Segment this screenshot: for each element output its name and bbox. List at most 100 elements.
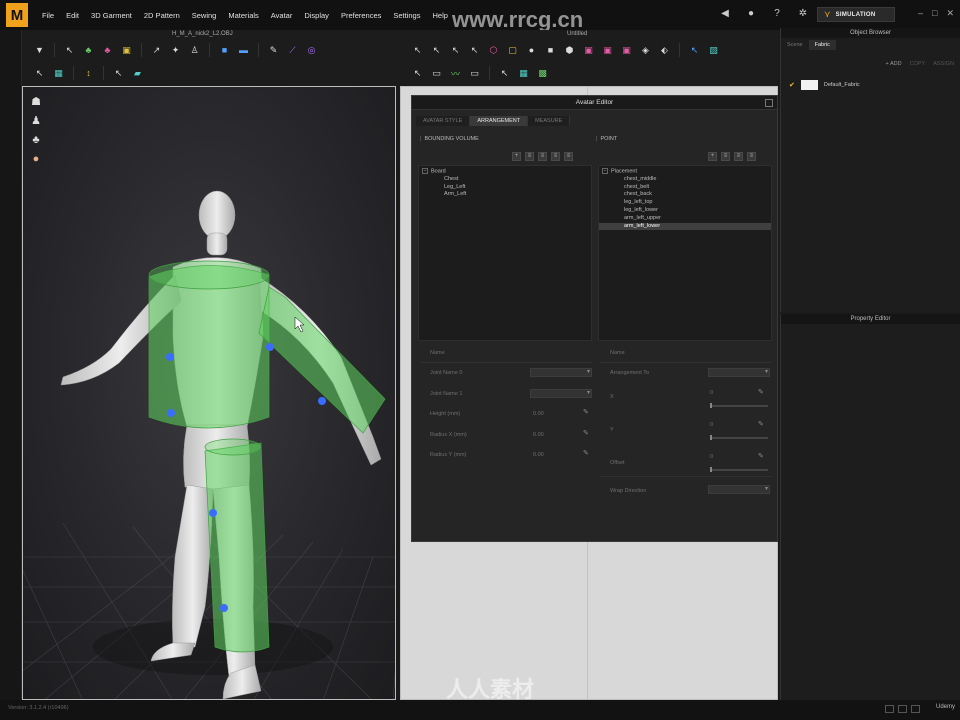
add-volume-icon[interactable]: + xyxy=(512,152,521,161)
dialog-close-icon[interactable] xyxy=(765,99,773,107)
layout-split-icon[interactable] xyxy=(898,705,907,713)
edit-x-icon[interactable]: ✎ xyxy=(758,388,764,396)
tree-item-board[interactable]: − Board xyxy=(419,168,591,176)
avatar-face-icon[interactable]: ● xyxy=(29,152,43,166)
minimize-icon[interactable]: – xyxy=(918,8,923,19)
tree-item-leg-left-lower[interactable]: leg_left_lower xyxy=(599,207,771,215)
transform-pattern-icon[interactable]: ↖ xyxy=(467,43,482,57)
menu-edit[interactable]: Edit xyxy=(60,11,85,20)
arrow-down-icon[interactable]: ▼ xyxy=(32,43,47,57)
tab-arrangement[interactable]: ARRANGEMENT xyxy=(470,116,529,126)
square-icon[interactable]: ■ xyxy=(543,43,558,57)
tab-measure[interactable]: MEASURE xyxy=(528,116,571,126)
measure-icon[interactable]: ↕ xyxy=(81,66,96,80)
assign-fabric-button[interactable]: ASSIGN xyxy=(933,61,954,67)
shirt-icon[interactable]: ■ xyxy=(217,43,232,57)
menu-2d-pattern[interactable]: 2D Pattern xyxy=(138,11,186,20)
y-slider[interactable] xyxy=(710,437,768,439)
select-edge-icon[interactable]: ↖ xyxy=(32,66,47,80)
move-up-point-icon[interactable]: ≡ xyxy=(734,152,743,161)
pointer-icon[interactable]: ↖ xyxy=(111,66,126,80)
hex-icon[interactable]: ⬢ xyxy=(562,43,577,57)
transform-icon[interactable]: ↗ xyxy=(149,43,164,57)
menu-sewing[interactable]: Sewing xyxy=(186,11,223,20)
radius-x-value[interactable]: 0.00 xyxy=(533,432,544,438)
y-slider-handle[interactable] xyxy=(710,435,712,440)
list-point-icon[interactable]: ≡ xyxy=(721,152,730,161)
tree-item-chest[interactable]: Chest xyxy=(419,176,591,184)
edit-radius-x-icon[interactable]: ✎ xyxy=(583,429,589,437)
tab-fabric[interactable]: Fabric xyxy=(808,40,836,50)
menu-file[interactable]: File xyxy=(36,11,60,20)
user-icon[interactable]: ● xyxy=(744,7,758,21)
rotate-icon[interactable]: ◎ xyxy=(304,43,319,57)
garment-icon[interactable]: ♣ xyxy=(81,43,96,57)
menu-display[interactable]: Display xyxy=(298,11,335,20)
tree-item-chest-belt[interactable]: chest_belt xyxy=(599,184,771,192)
select-point-icon[interactable]: ↖ xyxy=(429,43,444,57)
x-slider-handle[interactable] xyxy=(710,403,712,408)
tree-item-chest-back[interactable]: chest_back xyxy=(599,191,771,199)
offset-value[interactable]: 0 xyxy=(710,454,713,460)
internal-circle-icon[interactable]: ▣ xyxy=(619,43,634,57)
offset-slider[interactable] xyxy=(710,469,768,471)
box-icon[interactable]: ▣ xyxy=(119,43,134,57)
uv-icon[interactable]: ▩ xyxy=(535,66,550,80)
add-fabric-button[interactable]: + ADD xyxy=(886,61,902,67)
joint-name-0-dropdown[interactable] xyxy=(530,368,592,377)
show-avatar-icon[interactable]: ☗ xyxy=(29,95,43,109)
x-slider[interactable] xyxy=(710,405,768,407)
x-value[interactable]: 0 xyxy=(710,390,713,396)
tape-icon[interactable]: ✎ xyxy=(266,43,281,57)
tree-item-arm-left-upper[interactable]: arm_left_upper xyxy=(599,215,771,223)
arrow-blue-icon[interactable]: ↖ xyxy=(687,43,702,57)
tree-item-placement[interactable]: − Placement xyxy=(599,168,771,176)
radius-y-value[interactable]: 0.00 xyxy=(533,452,544,458)
layout-icon[interactable] xyxy=(885,705,894,713)
garment-display-icon[interactable]: ♣ xyxy=(29,133,43,147)
tab-scene[interactable]: Scene xyxy=(781,40,809,50)
tree-item-arm-left-lower[interactable]: arm_left_lower xyxy=(599,222,771,231)
edit-y-icon[interactable]: ✎ xyxy=(758,420,764,428)
move-down-volume-icon[interactable]: ≡ xyxy=(551,152,560,161)
select-icon[interactable]: ↖ xyxy=(62,43,77,57)
edit-height-icon[interactable]: ✎ xyxy=(583,408,589,416)
volume-icon[interactable]: ◀ xyxy=(718,7,732,21)
polygon-icon[interactable]: ⬡ xyxy=(486,43,501,57)
free-sewing-icon[interactable]: ▭ xyxy=(467,66,482,80)
joint-name-1-dropdown[interactable] xyxy=(530,389,592,398)
simulation-button[interactable]: ⋎ SIMULATION xyxy=(817,7,895,22)
pin-icon[interactable]: ✦ xyxy=(168,43,183,57)
collapse-icon[interactable]: − xyxy=(602,168,608,174)
tab-avatar-style[interactable]: AVATAR STYLE xyxy=(416,116,471,126)
seam-icon[interactable]: ▨ xyxy=(706,43,721,57)
menu-avatar[interactable]: Avatar xyxy=(265,11,299,20)
menu-3d-garment[interactable]: 3D Garment xyxy=(85,11,138,20)
rectangle-icon[interactable]: ▢ xyxy=(505,43,520,57)
height-value[interactable]: 0.00 xyxy=(533,411,544,417)
edit-sewing-icon[interactable]: ↖ xyxy=(497,66,512,80)
menu-help[interactable]: Help xyxy=(426,11,453,20)
delete-volume-icon[interactable]: ≡ xyxy=(564,152,573,161)
viewport-3d[interactable]: ☗ ♟ ♣ ● xyxy=(22,86,396,700)
help-icon[interactable]: ? xyxy=(770,7,784,21)
collapse-icon[interactable]: − xyxy=(422,168,428,174)
select-pattern-icon[interactable]: ↖ xyxy=(410,43,425,57)
tree-item-leg-left[interactable]: Leg_Left xyxy=(419,184,591,192)
line-icon[interactable]: ⟋ xyxy=(285,43,300,57)
maximize-icon[interactable]: □ xyxy=(932,8,937,19)
internal-rect-icon[interactable]: ▣ xyxy=(600,43,615,57)
edit-offset-icon[interactable]: ✎ xyxy=(758,452,764,460)
layout-3d-icon[interactable] xyxy=(911,705,920,713)
edit-point-icon[interactable]: ↖ xyxy=(448,43,463,57)
list-volume-icon[interactable]: ≡ xyxy=(525,152,534,161)
menu-settings[interactable]: Settings xyxy=(387,11,426,20)
offset-slider-handle[interactable] xyxy=(710,467,712,472)
internal-polygon-icon[interactable]: ▣ xyxy=(581,43,596,57)
wrap-direction-dropdown[interactable] xyxy=(708,485,770,494)
garment-pink-icon[interactable]: ♣ xyxy=(100,43,115,57)
menu-materials[interactable]: Materials xyxy=(222,11,264,20)
close-icon[interactable]: ✕ xyxy=(946,8,954,19)
copy-fabric-button[interactable]: COPY xyxy=(910,61,926,67)
dart-icon[interactable]: ◈ xyxy=(638,43,653,57)
